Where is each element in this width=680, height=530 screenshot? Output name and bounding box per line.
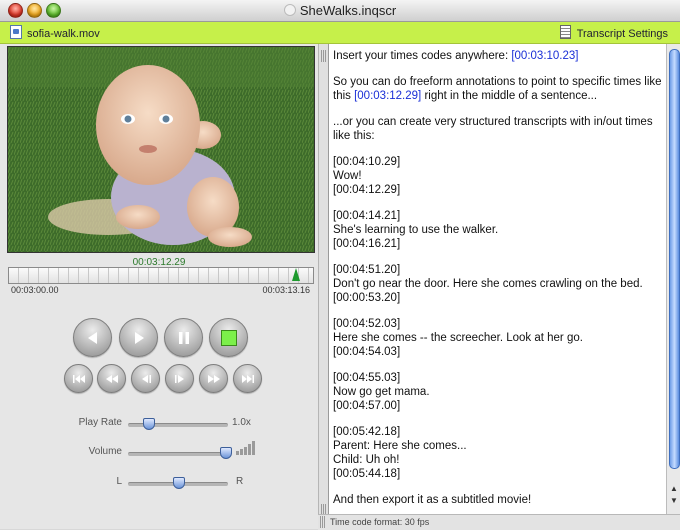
stop-button[interactable] — [209, 318, 248, 357]
timecode-out-link[interactable]: [00:05:44.18] — [333, 467, 667, 481]
play-rate-value: 1.0x — [232, 417, 251, 428]
volume-slider-knob[interactable] — [220, 447, 232, 459]
transcript-closing-line: And then export it as a subtitled movie! — [333, 494, 532, 506]
timecode-in-link[interactable]: [00:04:10.29] — [333, 155, 667, 169]
timecode-in-link[interactable]: [00:04:51.20] — [333, 263, 667, 277]
transcript-line: She's learning to use the walker. — [333, 224, 499, 236]
player-pane: 00:03:12.29 00:03:00.00 00:03:13.16 Play… — [0, 44, 323, 529]
transcript-settings-label: Transcript Settings — [576, 28, 668, 40]
transcript-text: Insert your times codes anywhere: — [333, 50, 512, 62]
playhead-marker[interactable] — [291, 268, 300, 281]
volume-track[interactable] — [128, 452, 228, 456]
timecode-format-status: Time code format: 30 fps — [330, 517, 430, 527]
go-to-start-icon — [72, 374, 85, 383]
transcript-entries: [00:04:10.29] Wow! [00:04:12.29] [00:04:14.… — [329, 155, 667, 493]
timecode-link[interactable]: [00:03:10.23] — [511, 50, 578, 62]
transcript-line: Now go get mama. — [333, 386, 430, 398]
balance-right-label: R — [236, 476, 244, 487]
rewind-icon — [87, 331, 97, 344]
window-title: SheWalks.inqscr — [0, 3, 680, 18]
title-bar: SheWalks.inqscr — [0, 0, 680, 22]
transcript-line: Wow! — [333, 170, 362, 182]
go-to-end-button[interactable] — [233, 364, 262, 393]
transcript-line: ...or you can create very structured tra… — [333, 116, 653, 128]
timecode-out-link[interactable]: [00:04:16.21] — [333, 237, 667, 251]
scrollbar-thumb[interactable] — [669, 49, 680, 469]
timecode-in-link[interactable]: [00:04:52.03] — [333, 317, 667, 331]
pause-button[interactable] — [164, 318, 203, 357]
status-bar: Time code format: 30 fps — [318, 514, 680, 530]
window-title-text: SheWalks.inqscr — [299, 3, 397, 18]
timecode-out-link[interactable]: [00:04:54.03] — [333, 345, 667, 359]
transcript-line: So you can do freeform annotations to po… — [333, 76, 662, 88]
document-icon — [283, 4, 296, 16]
fast-forward-button[interactable] — [199, 364, 228, 393]
timecode-in-link[interactable]: [00:04:55.03] — [333, 371, 667, 385]
transcript-text: right in the middle of a sentence... — [421, 90, 598, 102]
play-icon — [134, 331, 144, 344]
transcript-line: Child: Uh oh! — [333, 454, 400, 466]
transcript-line: Parent: Here she comes... — [333, 440, 467, 452]
timecode-in-link[interactable]: [00:04:14.21] — [333, 209, 667, 223]
transcript-scrollbar[interactable]: ▲ ▼ — [666, 44, 680, 514]
timeline-start-time: 00:03:00.00 — [11, 285, 59, 295]
timecode-out-link[interactable]: [00:04:57.00] — [333, 399, 667, 413]
timeline-scrubber[interactable] — [8, 267, 314, 284]
fast-rewind-icon — [105, 374, 118, 383]
statusbar-grip[interactable] — [320, 516, 325, 528]
scroll-down-arrow-icon[interactable]: ▼ — [669, 496, 679, 506]
go-to-end-icon — [241, 374, 254, 383]
play-button[interactable] — [119, 318, 158, 357]
transcript-editor[interactable]: Insert your times codes anywhere: [00:03… — [328, 44, 667, 514]
volume-label: Volume — [88, 446, 122, 457]
step-back-button[interactable] — [131, 364, 160, 393]
fast-forward-icon — [207, 374, 220, 383]
transcript-text: this — [333, 90, 355, 102]
transcript-line: Don't go near the door. Here she comes c… — [333, 278, 643, 290]
balance-left-label: L — [116, 476, 122, 487]
timeline-end-time: 00:03:13.16 — [262, 285, 310, 295]
timecode-in-link[interactable]: [00:05:42.18] — [333, 425, 667, 439]
media-file-name: sofia-walk.mov — [27, 28, 100, 40]
timecode-out-link[interactable]: [00:00:53.20] — [333, 291, 667, 305]
timecode-link[interactable]: [00:03:12.29] — [354, 90, 421, 102]
play-rate-label: Play Rate — [78, 417, 122, 428]
pause-icon — [178, 331, 189, 344]
fast-rewind-button[interactable] — [97, 364, 126, 393]
divider-grip-top[interactable] — [321, 50, 326, 62]
transcript-settings-button[interactable]: Transcript Settings — [559, 25, 668, 40]
transcript-line: Insert your times codes anywhere: [00:03… — [333, 49, 667, 63]
stop-icon — [220, 329, 237, 346]
transcript-page-icon — [559, 25, 571, 39]
scroll-up-arrow-icon[interactable]: ▲ — [669, 484, 679, 494]
media-file-button[interactable]: sofia-walk.mov — [10, 25, 100, 40]
step-forward-icon — [174, 374, 184, 383]
toolbar: sofia-walk.mov Transcript Settings — [0, 22, 680, 44]
play-rate-slider-knob[interactable] — [143, 418, 155, 430]
video-frame[interactable] — [7, 46, 315, 253]
balance-slider-knob[interactable] — [173, 477, 185, 489]
transcript-line: like this: — [333, 130, 375, 142]
step-back-icon — [141, 374, 151, 383]
go-to-start-button[interactable] — [64, 364, 93, 393]
movie-file-icon — [10, 25, 22, 39]
transcript-line: this [00:03:12.29] right in the middle o… — [333, 89, 667, 103]
app-window: SheWalks.inqscr sofia-walk.mov Transcrip… — [0, 0, 680, 530]
video-image — [8, 47, 314, 252]
rewind-button[interactable] — [73, 318, 112, 357]
step-forward-button[interactable] — [165, 364, 194, 393]
volume-level-icon — [236, 441, 258, 455]
timecode-out-link[interactable]: [00:04:12.29] — [333, 183, 667, 197]
transcript-line: Here she comes -- the screecher. Look at… — [333, 332, 583, 344]
